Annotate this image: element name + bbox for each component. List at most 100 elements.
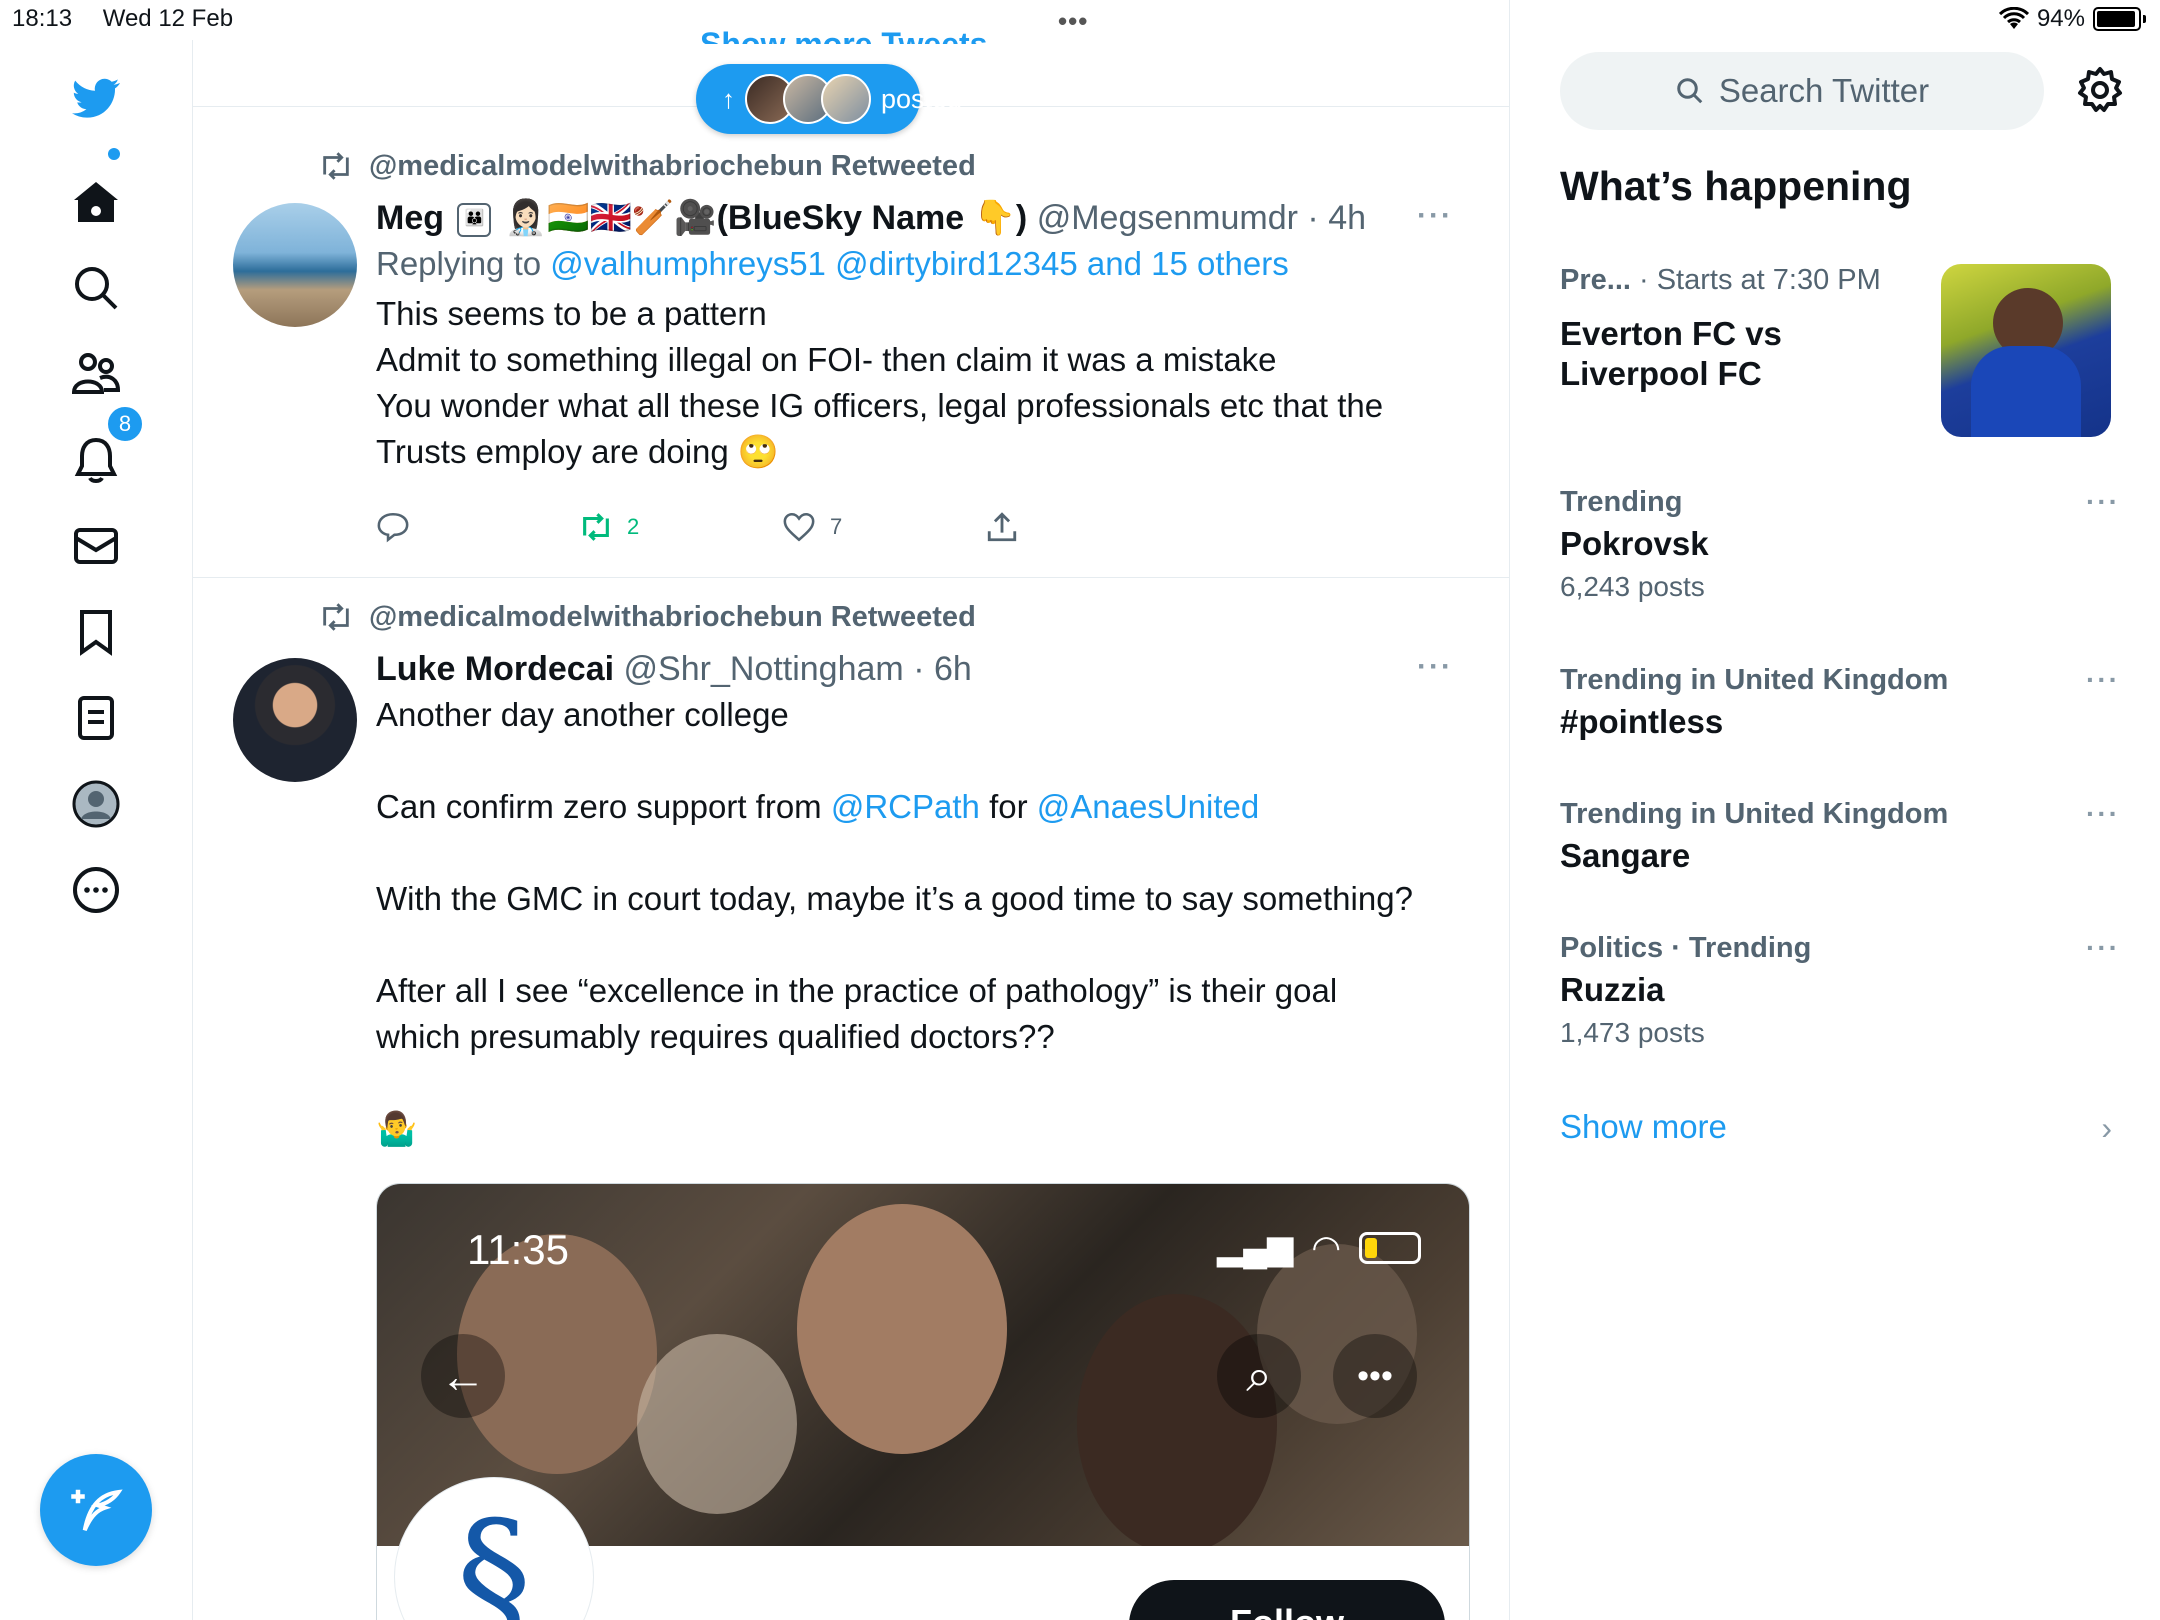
trend-more-button[interactable]: ··· [2086,798,2120,830]
sidebar-item-lists[interactable] [48,670,144,766]
tweet-author-avatar[interactable] [233,203,357,327]
tweet-media-screenshot[interactable]: 11:35 ▂▄▆ ◠ ← ⌕ ••• § Follow [376,1183,1470,1620]
media-status-icons: ▂▄▆ ◠ [1217,1228,1421,1268]
show-more-tweets-link[interactable]: Show more Tweets [700,22,987,44]
retweeted-by-label[interactable]: @medicalmodelwithabriochebun Retweeted [369,601,976,634]
replying-mentions[interactable]: @valhumphreys51 @dirtybird12345 and 15 o… [550,245,1288,282]
author-name[interactable]: Luke Mordecai [376,650,614,688]
like-count: 7 [830,514,843,539]
search-placeholder: Search Twitter [1718,72,1930,109]
sidebar-item-more[interactable] [48,842,144,938]
retweet-icon [323,603,349,631]
trend-more-button[interactable]: ··· [2086,486,2120,518]
trend-item[interactable]: Trending in United Kingdom #pointless ··… [1560,664,2120,741]
whats-happening-title: What’s happening [1560,163,1912,209]
sidebar-item-profile[interactable] [48,756,144,852]
tweet[interactable]: @medicalmodelwithabriochebun Retweeted ·… [193,107,1509,578]
sidebar-item-explore[interactable] [48,240,144,336]
twitter-logo-icon[interactable] [48,50,144,146]
tweet-text: This seems to be a pattern Admit to some… [376,291,1469,475]
sidebar-item-home[interactable] [48,148,144,250]
compose-tweet-button[interactable] [40,1454,152,1566]
show-more-link[interactable]: Show more [1560,1108,1727,1146]
author-name-suffix: (BlueSky Name [716,199,965,237]
search-icon: ⌕ [1217,1334,1301,1418]
notification-badge: 8 [105,404,145,444]
author-handle[interactable]: @Megsenmumdr [1037,199,1298,237]
tweet-header: Luke Mordecai @Shr_Nottingham · 6h [376,646,1469,692]
tweet-text-line: which presumably requires qualified doct… [376,1018,1055,1055]
trend-name: #pointless [1560,703,1724,740]
sidebar-item-notifications[interactable]: 8 [48,404,145,508]
tweet-header: Meg 👪 👩🏻‍⚕️🇮🇳🇬🇧🏏🎥(BlueSky Name 👇) @Megse… [376,195,1469,241]
tweet-actions: 2 7 [376,510,1019,544]
communities-icon [72,353,120,394]
lists-icon [78,696,114,740]
mention-link[interactable]: @RCPath [831,788,980,825]
tweet-text-fragment: for [989,788,1028,825]
feather-plus-icon [71,1489,123,1532]
like-button[interactable]: 7 [782,510,985,544]
bell-icon [74,437,118,483]
tweet-text-line: Trusts employ are doing 🙄 [376,433,780,470]
author-name[interactable]: Meg [376,199,444,237]
trend-more-button[interactable]: ··· [2086,664,2120,696]
retweet-icon [583,513,609,541]
event-image[interactable] [1941,264,2111,437]
sidebar-item-bookmarks[interactable] [48,584,144,680]
retweet-icon [323,152,349,180]
event-title-line: Everton FC vs [1560,315,1782,352]
event-title-line: Liverpool FC [1560,355,1762,392]
trend-meta: Trending in United Kingdom [1560,664,1949,696]
retweet-button[interactable]: 2 [579,510,782,544]
trend-item[interactable]: Politics · Trending Ruzzia 1,473 posts ·… [1560,932,2120,1049]
trend-count: 6,243 posts [1560,571,1705,602]
event-category: Pre... [1560,264,1631,296]
battery-icon [1359,1232,1421,1264]
tweet-text-line: Another day another college [376,696,789,733]
tweet-text-fragment: Can confirm zero support from [376,788,822,825]
media-clock: 11:35 [467,1226,569,1273]
tweet-text-line: This seems to be a pattern [376,295,767,332]
tweet-body: Meg 👪 👩🏻‍⚕️🇮🇳🇬🇧🏏🎥(BlueSky Name 👇) @Megse… [376,195,1469,475]
mail-icon [74,528,118,564]
retweeted-by-label[interactable]: @medicalmodelwithabriochebun Retweeted [369,150,976,183]
author-name-close: ) [1015,199,1028,237]
gear-icon[interactable] [2076,66,2124,114]
tweet-time[interactable]: · 4h [1307,199,1366,237]
author-handle[interactable]: @Shr_Nottingham [624,650,904,688]
retweet-context: @medicalmodelwithabriochebun Retweeted [317,600,976,634]
reply-button[interactable] [376,510,579,544]
signal-icon: ▂▄▆ [1216,1229,1294,1267]
event-item[interactable]: Pre... · Starts at 7:30 PM Everton FC vs… [1560,264,1940,393]
search-input[interactable]: Search Twitter [1560,52,2044,130]
home-icon [74,182,118,222]
sidebar-item-messages[interactable] [48,498,144,594]
replying-to: Replying to @valhumphreys51 @dirtybird12… [376,241,1469,287]
status-time: 18:13 [12,5,73,32]
share-icon [987,512,1017,542]
search-icon [1677,78,1703,104]
more-circle-icon [73,867,119,913]
right-sidebar: Search Twitter What’s happening Pre... ·… [1510,0,2160,1620]
retweet-context: @medicalmodelwithabriochebun Retweeted [317,149,976,183]
trend-item[interactable]: Trending Pokrovsk 6,243 posts ··· [1560,486,2120,603]
chevron-right-icon[interactable]: › [2101,1110,2112,1147]
trend-meta: Trending in United Kingdom [1560,798,1949,830]
trend-item[interactable]: Trending in United Kingdom Sangare ··· [1560,798,2120,875]
trend-name: Ruzzia [1560,971,1665,1008]
point-down-emoji-icon: 👇 [973,199,1016,237]
family-emoji-icon: 👪 [457,203,492,238]
name-emojis: 👩🏻‍⚕️🇮🇳🇬🇧🏏🎥 [504,199,717,237]
sidebar-nav: 8 [0,40,193,1620]
bookmark-icon [80,610,112,656]
reply-icon [377,512,409,543]
tweet-author-avatar[interactable] [233,658,357,782]
mention-link[interactable]: @AnaesUnited [1037,788,1259,825]
share-button[interactable] [985,510,1019,544]
tweet-time[interactable]: · 6h [913,650,972,688]
follow-button: Follow [1129,1580,1445,1620]
profile-avatar-icon [72,780,120,828]
trend-more-button[interactable]: ··· [2086,932,2120,964]
trend-count: 1,473 posts [1560,1017,1705,1048]
